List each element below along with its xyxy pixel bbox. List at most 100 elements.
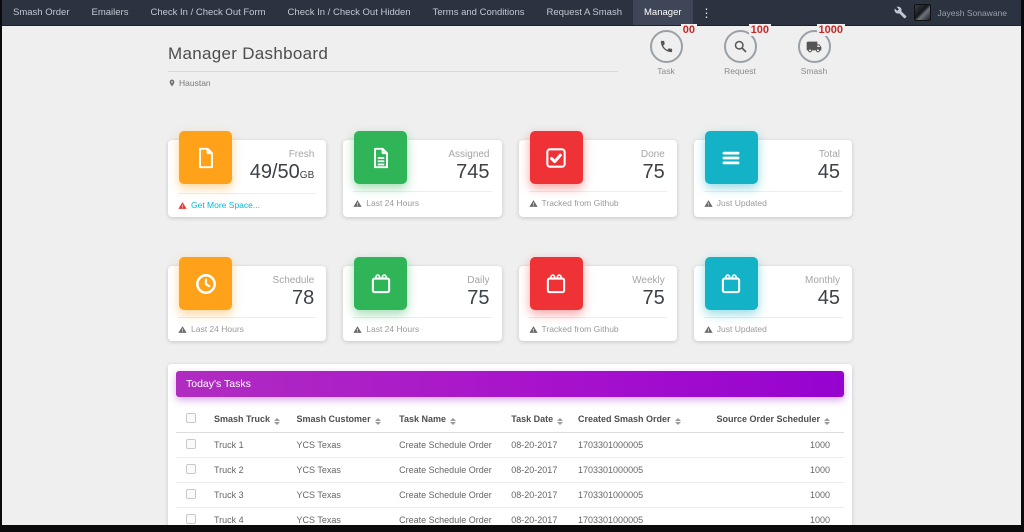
card-value-number: 75 [643,287,665,309]
cell-smash-truck: Truck 2 [210,458,293,483]
warning-icon [529,199,538,208]
column-header-smash-customer[interactable]: Smash Customer [293,409,396,433]
cell-task-name: Create Schedule Order [395,483,507,508]
sort-icon[interactable] [675,418,681,425]
sort-icon[interactable] [450,418,456,425]
column-label: Smash Customer [297,414,371,424]
row-checkbox[interactable] [186,464,196,474]
cell-task-name: Create Schedule Order [395,508,507,526]
app-window: Smash Order Emailers Check In / Check Ou… [2,0,1021,525]
card-weekly: Weekly 75 Tracked from Github [519,266,677,341]
cell-smash-customer: YCS Texas [293,508,396,526]
stat-smash[interactable]: 1000 Smash [792,30,836,76]
cell-smash-customer: YCS Texas [293,483,396,508]
warning-icon [529,325,538,334]
column-header-task-name[interactable]: Task Name [395,409,507,433]
table-row[interactable]: Truck 1 YCS Texas Create Schedule Order … [176,433,844,458]
column-header-created-smash-order[interactable]: Created Smash Order [574,409,697,433]
wrench-icon[interactable] [894,6,907,19]
column-label: Task Name [399,414,446,424]
cell-source-order-scheduler: 1000 [697,458,844,483]
nav-right: Jayesh Sonawane [894,0,1021,25]
card-value-number: 745 [456,161,489,183]
table-row[interactable]: Truck 4 YCS Texas Create Schedule Order … [176,508,844,526]
more-menu-icon[interactable]: ⋮ [693,0,721,25]
get-more-space-link[interactable]: Get More Space... [191,200,260,210]
column-label: Smash Truck [214,414,270,424]
tasks-panel: Today's Tasks Smash Truck Smash Customer… [168,364,852,525]
request-label: Request [724,66,756,76]
sort-icon[interactable] [274,418,280,425]
table-row[interactable]: Truck 2 YCS Texas Create Schedule Order … [176,458,844,483]
row-checkbox[interactable] [186,489,196,499]
stat-task[interactable]: 00 Task [644,30,688,76]
nav-item-emailers[interactable]: Emailers [81,0,140,25]
main-content: Manager Dashboard Haustan 00 Task 1 [168,26,852,525]
card-row-1: Fresh 49/50GB Get More Space... Assigned… [168,132,852,217]
card-assigned: Assigned 745 Last 24 Hours [343,140,501,217]
smash-label: Smash [801,66,827,76]
nav-item-check-in-out-form[interactable]: Check In / Check Out Form [139,0,276,25]
nav-item-terms[interactable]: Terms and Conditions [422,0,536,25]
task-count: 00 [681,24,697,36]
card-schedule: Schedule 78 Last 24 Hours [168,266,326,341]
nav-item-check-in-out-hidden[interactable]: Check In / Check Out Hidden [277,0,422,25]
stat-badges: 00 Task 100 Request 1000 [644,30,836,76]
task-label: Task [657,66,674,76]
cell-created-smash-order: 1703301000005 [574,483,697,508]
nav-item-smash-order[interactable]: Smash Order [2,0,81,25]
cell-smash-customer: YCS Texas [293,458,396,483]
sort-icon[interactable] [375,418,381,425]
top-navbar: Smash Order Emailers Check In / Check Ou… [2,0,1021,26]
calendar-icon [705,257,758,310]
calendar-icon [354,257,407,310]
clock-icon [179,257,232,310]
row-checkbox[interactable] [186,514,196,524]
table-row[interactable]: Truck 3 YCS Texas Create Schedule Order … [176,483,844,508]
column-header-smash-truck[interactable]: Smash Truck [210,409,293,433]
column-label: Created Smash Order [578,414,671,424]
row-checkbox[interactable] [186,439,196,449]
card-monthly: Monthly 45 Just Updated [694,266,852,341]
nav-item-manager[interactable]: Manager [633,0,693,25]
warning-icon [353,199,362,208]
card-value-number: 45 [818,287,840,309]
column-header-source-order-scheduler[interactable]: Source Order Scheduler [697,409,844,433]
avatar[interactable] [914,4,931,21]
select-all-checkbox[interactable] [186,413,196,423]
nav-item-request-smash[interactable]: Request A Smash [535,0,633,25]
cell-task-name: Create Schedule Order [395,458,507,483]
cell-task-date: 08-20-2017 [507,433,574,458]
cell-smash-customer: YCS Texas [293,433,396,458]
sort-icon[interactable] [557,418,563,425]
cell-task-name: Create Schedule Order [395,433,507,458]
cell-created-smash-order: 1703301000005 [574,458,697,483]
card-footer-text: Just Updated [717,324,767,334]
card-value-number: 49/50 [250,161,300,183]
stat-request[interactable]: 100 Request [718,30,762,76]
card-footer-text: Last 24 Hours [366,324,419,334]
title-divider [168,71,618,72]
card-value-number: 75 [467,287,489,309]
warning-icon [178,201,187,210]
tasks-panel-title: Today's Tasks [176,371,844,397]
calendar-icon [530,257,583,310]
user-name[interactable]: Jayesh Sonawane [938,8,1007,18]
smash-count: 1000 [817,24,845,36]
warning-icon [353,325,362,334]
cell-created-smash-order: 1703301000005 [574,433,697,458]
warning-icon [704,325,713,334]
warning-icon [704,199,713,208]
location-label: Haustan [179,78,211,88]
check-square-icon [530,131,583,184]
card-footer-text: Tracked from Github [542,198,619,208]
card-total: Total 45 Just Updated [694,140,852,217]
cell-source-order-scheduler: 1000 [697,508,844,526]
warning-icon [178,325,187,334]
card-done: Done 75 Tracked from Github [519,140,677,217]
cell-source-order-scheduler: 1000 [697,483,844,508]
sort-icon[interactable] [824,418,830,425]
column-header-task-date[interactable]: Task Date [507,409,574,433]
nav-items: Smash Order Emailers Check In / Check Ou… [2,0,721,25]
column-label: Source Order Scheduler [716,414,820,424]
